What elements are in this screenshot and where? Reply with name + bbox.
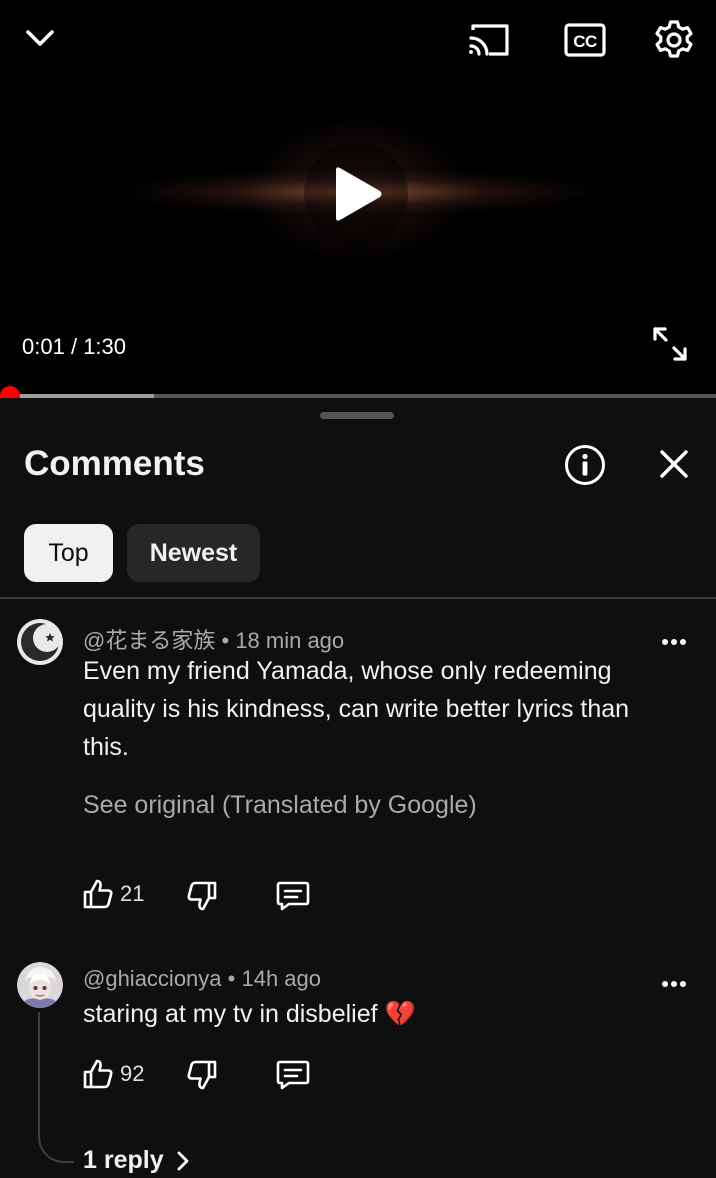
settings-button[interactable]	[650, 16, 698, 64]
cast-icon	[469, 24, 509, 56]
comment-meta: @ghiaccionya • 14h ago	[83, 966, 321, 992]
time-total: 1:30	[83, 334, 127, 359]
fullscreen-icon	[653, 327, 687, 361]
moon-star-avatar-icon	[17, 619, 63, 665]
avatar[interactable]	[17, 962, 63, 1008]
cc-icon: CC	[564, 23, 606, 57]
thumbs-up-icon	[83, 879, 113, 909]
collapse-button[interactable]	[18, 16, 62, 60]
comment-author[interactable]: @花まる家族	[83, 628, 215, 653]
comment-icon	[276, 881, 310, 911]
reply-button[interactable]	[276, 1059, 310, 1091]
video-player[interactable]: CC 0:01 / 1:30	[0, 0, 716, 398]
thumbs-down-icon	[187, 881, 217, 911]
comments-panel: Comments Top Newest @花まる家族 • 18 min ago …	[0, 398, 716, 1178]
captions-button[interactable]: CC	[560, 18, 610, 62]
comment-text: staring at my tv in disbelief 💔	[83, 1000, 416, 1028]
comment-icon	[276, 1060, 310, 1090]
like-button[interactable]: 21	[82, 878, 144, 910]
comment-meta: @花まる家族 • 18 min ago	[83, 623, 344, 655]
reply-thread-line	[38, 1012, 74, 1163]
comment-time: 14h ago	[241, 966, 322, 991]
like-count: 21	[120, 881, 145, 906]
thumbs-down-icon	[187, 1060, 217, 1090]
filter-chip-top[interactable]: Top	[24, 524, 113, 582]
comment-author[interactable]: @ghiaccionya	[83, 966, 222, 991]
fullscreen-button[interactable]	[648, 322, 692, 366]
view-replies-link[interactable]: 1 reply	[83, 1146, 194, 1175]
more-vert-icon	[662, 639, 686, 645]
time-current: 0:01	[22, 334, 65, 359]
divider	[0, 597, 716, 599]
close-button[interactable]	[652, 442, 696, 486]
meta-separator: •	[227, 966, 242, 991]
character-avatar-icon	[17, 962, 63, 1008]
svg-text:CC: CC	[573, 32, 597, 51]
info-icon	[565, 445, 605, 485]
cast-button[interactable]	[464, 18, 514, 62]
replies-count-label: 1 reply	[83, 1146, 164, 1174]
time-display: 0:01 / 1:30	[22, 334, 126, 360]
time-separator: /	[70, 334, 84, 359]
play-icon	[336, 167, 382, 221]
info-button[interactable]	[562, 442, 608, 488]
gear-icon	[655, 20, 693, 58]
play-button[interactable]	[304, 142, 408, 246]
like-button[interactable]: 92	[82, 1058, 144, 1090]
panel-title: Comments	[24, 444, 205, 483]
filter-chip-newest[interactable]: Newest	[127, 524, 260, 582]
dislike-button[interactable]	[186, 880, 218, 912]
comment-text: Even my friend Yamada, whose only redeem…	[83, 657, 630, 761]
meta-separator: •	[221, 628, 236, 653]
chevron-right-icon	[177, 1151, 189, 1170]
close-icon	[660, 450, 688, 478]
see-original-link[interactable]: See original (Translated by Google)	[83, 791, 477, 820]
drag-handle[interactable]	[320, 412, 394, 419]
reply-button[interactable]	[276, 880, 310, 912]
like-count: 92	[120, 1061, 145, 1086]
thumbs-up-icon	[83, 1059, 113, 1089]
avatar[interactable]	[17, 619, 63, 665]
dislike-button[interactable]	[186, 1059, 218, 1091]
chevron-down-icon	[26, 30, 54, 46]
more-vert-icon	[662, 981, 686, 987]
comment-time: 18 min ago	[235, 628, 345, 653]
